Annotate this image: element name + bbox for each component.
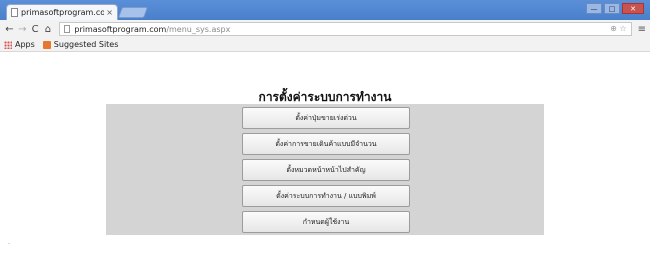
tab-close-icon[interactable]: ×: [106, 8, 113, 17]
home-icon[interactable]: ⌂: [43, 24, 54, 35]
minimize-button[interactable]: —: [586, 3, 602, 14]
window-controls: — □ ✕: [586, 3, 644, 14]
menu-button-quantity-sale[interactable]: ตั้งค่าการขายเดินค้าแบบมีจำนวน: [242, 133, 410, 155]
forward-icon[interactable]: →: [17, 24, 28, 35]
tab-strip: primasoftprogram.co × — □ ✕: [0, 0, 650, 20]
apps-icon: [4, 40, 12, 49]
url-host: primasoftprogram.com: [74, 24, 167, 34]
reload-icon[interactable]: C: [30, 24, 41, 35]
zoom-star-icons[interactable]: ⊕ ☆: [610, 24, 626, 33]
tab-title: primasoftprogram.co: [21, 8, 105, 17]
new-tab-button[interactable]: [117, 7, 149, 18]
menu-icon[interactable]: ≡: [638, 24, 646, 35]
menu-button-quick-sale[interactable]: ตั้งค่าปุ่มขายเร่งด่วน: [242, 107, 410, 129]
bookmarks-bar: Apps Suggested Sites: [0, 38, 650, 52]
address-bar[interactable]: primasoftprogram.com/menu_sys.aspx ⊕ ☆: [59, 22, 632, 36]
close-window-button[interactable]: ✕: [622, 3, 644, 14]
url-path: /menu_sys.aspx: [166, 24, 231, 34]
page-icon: [64, 25, 71, 33]
browser-tab[interactable]: primasoftprogram.co ×: [6, 4, 118, 20]
page-icon: [11, 8, 18, 17]
back-icon[interactable]: ←: [4, 24, 15, 35]
browser-toolbar: ← → C ⌂ primasoftprogram.com/menu_sys.as…: [0, 20, 650, 38]
menu-button-users[interactable]: กำหนดผู้ใช้งาน: [242, 211, 410, 233]
menu-button-category[interactable]: ตั้งหมวดหน้าหน้าไปสำคัญ: [242, 159, 410, 181]
bookmark-icon: [42, 40, 51, 49]
bookmark-suggested-sites[interactable]: Suggested Sites: [54, 40, 119, 49]
maximize-button[interactable]: □: [604, 3, 620, 14]
settings-panel: ตั้งค่าปุ่มขายเร่งด่วน ตั้งค่าการขายเดิน…: [106, 104, 544, 235]
bookmark-apps[interactable]: Apps: [15, 40, 35, 49]
menu-button-system-print[interactable]: ตั้งค่าระบบการทำงาน / แบบพิมพ์: [242, 185, 410, 207]
decorative-dot: [8, 243, 10, 244]
